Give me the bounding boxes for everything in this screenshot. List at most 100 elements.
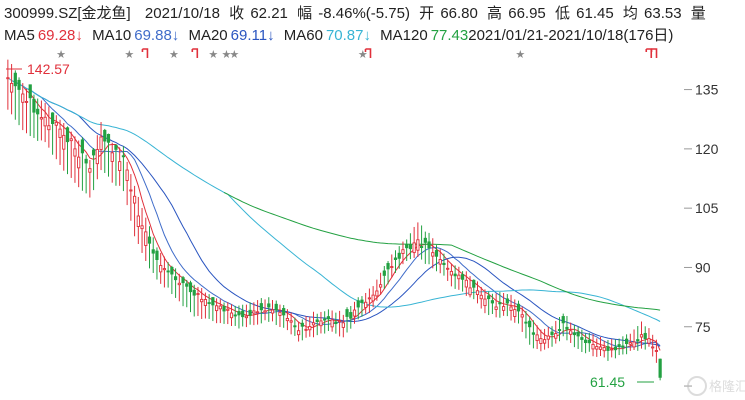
candle-body xyxy=(408,243,413,250)
ma5-value: 69.28↓ xyxy=(37,27,83,44)
candle-body xyxy=(43,116,47,127)
close-label: 收 xyxy=(229,5,245,22)
moving-average-layer xyxy=(7,77,661,351)
candle-body xyxy=(479,294,483,300)
candle-body xyxy=(364,301,368,308)
candlestick-chart[interactable]: ★ ★ ★ ★ ★★ ★ ★ 1351201059075 142.57 61.45 格隆汇 xyxy=(0,46,745,400)
candle-body xyxy=(140,225,144,230)
ma60-value: 70.87↓ xyxy=(325,27,371,44)
candle-body xyxy=(170,266,174,275)
candle-body xyxy=(598,346,603,350)
annotation-layer: 142.57 61.45 xyxy=(6,61,654,390)
event-star-icon: ★ xyxy=(169,49,179,61)
candle-body xyxy=(54,121,58,126)
candle-body xyxy=(308,326,312,331)
event-star-icon: ★ xyxy=(124,49,134,61)
candle-body xyxy=(464,279,468,288)
candle-body xyxy=(181,277,185,284)
candle-body xyxy=(73,148,77,157)
ma20-label: MA20 xyxy=(188,27,228,44)
candle-body xyxy=(427,241,431,249)
candle-body xyxy=(300,322,304,327)
candle-body xyxy=(28,84,32,99)
candle-body xyxy=(434,250,439,257)
candle-body xyxy=(360,299,364,304)
candle-body xyxy=(293,325,297,328)
candle-body xyxy=(546,335,550,340)
candle-body xyxy=(159,265,163,273)
candle-body xyxy=(65,127,70,143)
candle-body xyxy=(453,273,457,277)
candle-body xyxy=(587,339,591,344)
candle-body xyxy=(397,252,401,259)
ma60-label: MA60 xyxy=(283,27,323,44)
candle-body xyxy=(405,244,409,249)
candle-body xyxy=(229,312,234,319)
candle-body xyxy=(88,168,92,173)
candle-body xyxy=(241,310,245,318)
candle-body xyxy=(569,330,573,335)
candle-body xyxy=(606,346,610,351)
y-tick-label: 135 xyxy=(695,82,719,98)
candle-body xyxy=(103,129,107,142)
candle-body xyxy=(382,270,386,276)
high-label: 高 xyxy=(487,5,503,22)
candle-body xyxy=(311,322,316,326)
candle-body xyxy=(520,314,524,318)
candle-body xyxy=(69,138,73,142)
candle-body xyxy=(274,303,278,311)
open-label: 开 xyxy=(419,5,435,22)
candle-body xyxy=(528,320,532,328)
candle-body xyxy=(483,298,487,307)
candle-body xyxy=(263,310,267,313)
quote-header: 300999.SZ[金龙鱼] 2021/10/18 收 62.21 幅 -8.4… xyxy=(4,3,741,25)
candle-body xyxy=(542,339,547,344)
event-flag-icon xyxy=(645,48,653,58)
candle-body xyxy=(621,345,625,348)
candle-body xyxy=(378,284,383,288)
candle-body xyxy=(498,302,502,305)
candle-body xyxy=(375,290,379,297)
watermark: 格隆汇 xyxy=(687,376,745,396)
change-label: 幅 xyxy=(297,5,313,22)
candle-body xyxy=(36,108,40,115)
candle-body xyxy=(624,338,629,345)
candle-body xyxy=(326,316,331,320)
candle-body xyxy=(610,348,614,351)
candle-body xyxy=(121,155,126,158)
candle-body xyxy=(173,276,178,281)
candle-body xyxy=(47,125,51,131)
candle-body xyxy=(162,268,167,271)
candle-body xyxy=(449,270,454,276)
candle-body xyxy=(77,156,81,169)
ma120-label: MA120 xyxy=(380,27,428,44)
candle-body xyxy=(345,309,349,317)
candle-body xyxy=(516,303,521,312)
candle-body xyxy=(412,242,416,254)
candle-body xyxy=(58,128,62,138)
candle-body xyxy=(393,257,398,261)
candle-body xyxy=(386,263,390,270)
candle-body xyxy=(576,331,580,337)
candle-body xyxy=(270,309,275,314)
candle-body xyxy=(226,308,230,311)
candle-body xyxy=(628,342,632,345)
candle-body xyxy=(315,319,319,322)
candle-body xyxy=(554,333,558,339)
avg-label: 均 xyxy=(622,5,638,22)
candle-body xyxy=(207,302,211,305)
candle-body xyxy=(132,195,137,204)
candle-body xyxy=(334,321,338,325)
event-star-icon: ★ xyxy=(358,49,368,61)
candle-body xyxy=(144,231,148,246)
candle-body xyxy=(166,270,170,273)
candle-body xyxy=(99,136,103,150)
candle-body xyxy=(371,294,375,302)
candle-body xyxy=(323,318,327,321)
candle-body xyxy=(446,267,450,270)
candle-body xyxy=(129,189,133,192)
candle-body xyxy=(114,144,118,150)
quote-date: 2021/10/18 xyxy=(144,5,220,22)
candle-body xyxy=(110,152,114,162)
candle-body xyxy=(487,295,491,300)
